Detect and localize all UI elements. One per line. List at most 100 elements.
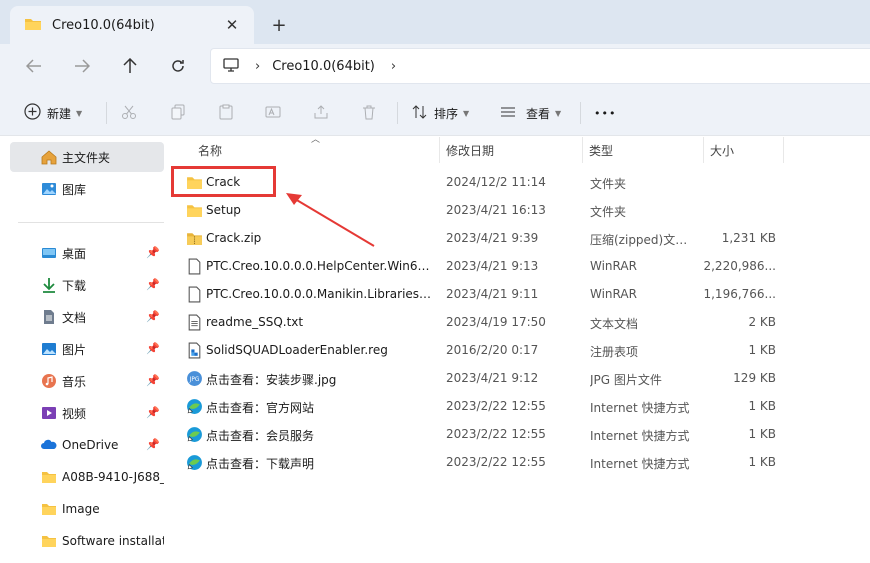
view-button[interactable]: 查看 ▼ — [500, 100, 561, 126]
file-row[interactable]: SolidSQUADLoaderEnabler.reg 2016/2/20 0:… — [168, 336, 870, 364]
file-type: Internet 快捷方式 — [590, 401, 690, 415]
file-size: 1 KB — [748, 343, 776, 357]
sidebar-item-music[interactable]: 音乐 📌 — [10, 366, 164, 396]
rename-button[interactable] — [265, 100, 281, 126]
sidebar-item-pictures[interactable]: 图片 📌 — [10, 334, 164, 364]
pin-icon[interactable]: 📌 — [146, 342, 160, 355]
column-header-type[interactable]: 类型 — [589, 142, 613, 159]
file-date: 2023/4/19 17:50 — [446, 315, 546, 329]
file-list: ︿ 名称 修改日期 类型 大小 Crack 2024/12/2 11:14 文件… — [168, 135, 870, 563]
forward-arrow-icon[interactable] — [68, 53, 96, 79]
sidebar-item-desktop[interactable]: 桌面 📌 — [10, 238, 164, 268]
sidebar-item-folder[interactable]: A08B-9410-J688_ — [10, 462, 164, 492]
address-bar[interactable]: › Creo10.0(64bit) › — [210, 48, 870, 84]
list-view-icon — [500, 104, 516, 123]
divider — [397, 102, 398, 124]
back-arrow-icon[interactable] — [20, 53, 48, 79]
desktop-icon — [42, 248, 56, 258]
file-name: 点击查看：下载声明 — [206, 457, 315, 471]
file-row[interactable]: 点击查看：下载声明 2023/2/22 12:55 Internet 快捷方式 … — [168, 448, 870, 476]
pin-icon[interactable]: 📌 — [146, 278, 160, 291]
sidebar-item-downloads[interactable]: 下载 📌 — [10, 270, 164, 300]
pin-icon[interactable]: 📌 — [146, 310, 160, 323]
file-type: JPG 图片文件 — [590, 373, 662, 387]
computer-icon — [223, 57, 239, 75]
pin-icon[interactable]: 📌 — [146, 406, 160, 419]
sort-ascending-icon: ︿ — [311, 135, 321, 145]
chevron-right-icon: › — [255, 58, 261, 74]
tab-creo[interactable]: Creo10.0(64bit) ✕ — [10, 6, 254, 44]
file-row[interactable]: Setup 2023/4/21 16:13 文件夹 — [168, 196, 870, 224]
more-options-button[interactable]: ••• — [594, 100, 616, 126]
cut-button[interactable] — [121, 100, 137, 126]
paste-button[interactable] — [218, 100, 234, 126]
file-row[interactable]: JPG 点击查看：安装步骤.jpg 2023/4/21 9:12 JPG 图片文… — [168, 364, 870, 392]
copy-icon — [170, 104, 186, 123]
jpg-icon: JPG — [187, 371, 202, 386]
file-row[interactable]: Crack.zip 2023/4/21 9:39 压缩(zipped)文件...… — [168, 224, 870, 252]
file-icon — [188, 258, 201, 275]
file-icon — [188, 286, 201, 303]
refresh-icon[interactable] — [164, 53, 192, 79]
column-header-size[interactable]: 大小 — [710, 142, 734, 159]
new-tab-button[interactable]: + — [268, 14, 290, 36]
column-divider[interactable] — [783, 137, 784, 163]
file-date: 2023/4/21 9:11 — [446, 287, 539, 301]
column-divider[interactable] — [582, 137, 583, 163]
sidebar-item-documents[interactable]: 文档 📌 — [10, 302, 164, 332]
internet-shortcut-icon — [187, 455, 202, 470]
column-divider[interactable] — [439, 137, 440, 163]
download-icon — [43, 278, 55, 293]
file-name: 点击查看：安装步骤.jpg — [206, 373, 337, 387]
file-row[interactable]: PTC.Creo.10.0.0.0.HelpCenter.Win64.i... … — [168, 252, 870, 280]
navigation-bar: › Creo10.0(64bit) › — [0, 44, 870, 88]
file-type: Internet 快捷方式 — [590, 457, 690, 471]
file-row[interactable]: 点击查看：会员服务 2023/2/22 12:55 Internet 快捷方式 … — [168, 420, 870, 448]
sidebar-item-home[interactable]: 主文件夹 — [10, 142, 164, 172]
file-name: SolidSQUADLoaderEnabler.reg — [206, 343, 388, 357]
file-date: 2023/2/22 12:55 — [446, 399, 546, 413]
column-header-date[interactable]: 修改日期 — [446, 142, 494, 159]
navigation-pane: 主文件夹 图库 桌面 📌 下载 📌 文档 📌 图片 📌 音乐 📌 视频 📌 On… — [0, 137, 168, 563]
divider — [18, 222, 164, 223]
clipboard-icon — [218, 104, 234, 123]
folder-icon — [42, 536, 56, 547]
delete-button[interactable] — [361, 100, 377, 126]
sidebar-item-onedrive[interactable]: OneDrive 📌 — [10, 430, 164, 460]
file-type: WinRAR — [590, 287, 637, 301]
column-divider[interactable] — [703, 137, 704, 163]
sidebar-item-folder[interactable]: Software installati — [10, 526, 164, 556]
sidebar-item-gallery[interactable]: 图库 — [10, 174, 164, 204]
svg-text:JPG: JPG — [189, 377, 200, 383]
file-size: 1,231 KB — [721, 231, 776, 245]
pin-icon[interactable]: 📌 — [146, 374, 160, 387]
breadcrumb-creo[interactable]: Creo10.0(64bit) — [272, 59, 375, 74]
new-button[interactable]: 新建 ▼ — [24, 100, 82, 126]
file-date: 2023/2/22 12:55 — [446, 455, 546, 469]
share-button[interactable] — [313, 100, 329, 126]
sidebar-item-videos[interactable]: 视频 📌 — [10, 398, 164, 428]
pin-icon[interactable]: 📌 — [146, 438, 160, 451]
file-row[interactable]: readme_SSQ.txt 2023/4/19 17:50 文本文档 2 KB — [168, 308, 870, 336]
copy-button[interactable] — [170, 100, 186, 126]
file-row[interactable]: PTC.Creo.10.0.0.0.Manikin.Libraries.iso … — [168, 280, 870, 308]
chevron-right-icon[interactable]: › — [391, 59, 396, 74]
column-header-name[interactable]: 名称 — [198, 142, 222, 159]
sort-button[interactable]: 排序 ▼ — [412, 100, 469, 126]
up-arrow-icon[interactable] — [116, 53, 144, 79]
sort-icon — [412, 104, 428, 123]
folder-icon — [42, 504, 56, 515]
text-file-icon — [188, 314, 201, 331]
sidebar-item-folder[interactable]: Image — [10, 494, 164, 524]
annotation-arrow — [286, 193, 375, 247]
sidebar-item-label: 图库 — [62, 182, 87, 197]
registry-icon — [188, 342, 201, 359]
sidebar-item-label: A08B-9410-J688_ — [62, 470, 164, 484]
file-row[interactable]: 点击查看：官方网站 2023/2/22 12:55 Internet 快捷方式 … — [168, 392, 870, 420]
plus-circle-icon — [24, 103, 41, 123]
pin-icon[interactable]: 📌 — [146, 246, 160, 259]
close-icon[interactable]: ✕ — [222, 15, 242, 35]
document-icon — [44, 310, 54, 324]
file-name: PTC.Creo.10.0.0.0.Manikin.Libraries.iso — [206, 287, 432, 301]
file-date: 2016/2/20 0:17 — [446, 343, 539, 357]
